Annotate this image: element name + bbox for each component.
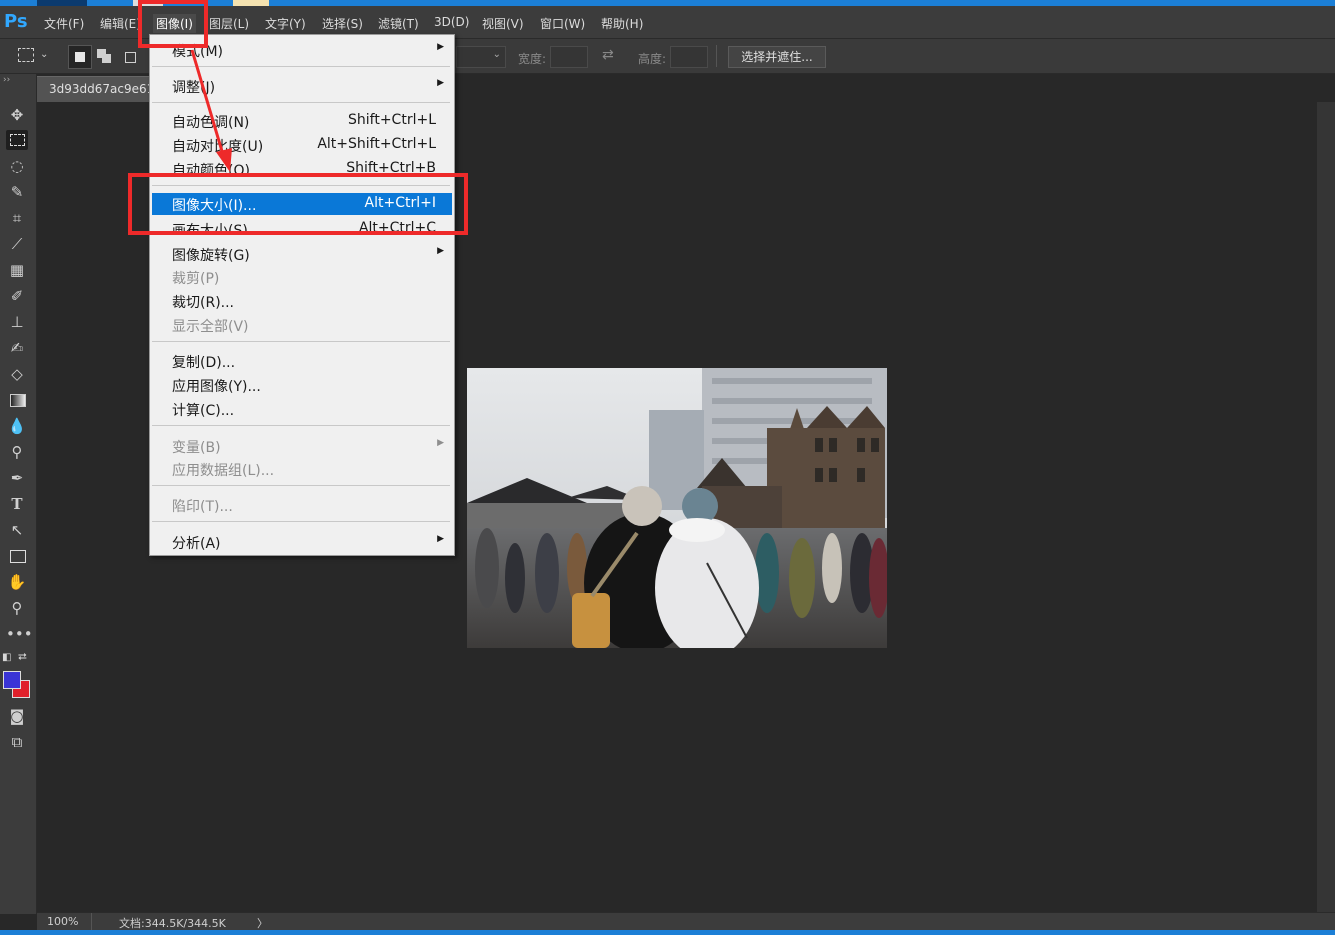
- menu-item-duplicate[interactable]: 复制(D)...: [150, 350, 454, 372]
- chevron-down-icon[interactable]: ⌄: [40, 49, 48, 60]
- submenu-arrow-icon: ▶: [437, 438, 444, 448]
- photo-street-scene: [467, 368, 887, 648]
- menu-item-analysis[interactable]: 分析(A) ▶: [150, 531, 454, 553]
- eyedropper-tool-icon[interactable]: ⟋: [6, 234, 28, 254]
- zoom-level[interactable]: 100%: [47, 915, 78, 928]
- divider: [716, 45, 717, 67]
- menu-separator: [152, 521, 450, 522]
- menu-separator: [152, 341, 450, 342]
- path-select-tool-icon[interactable]: ↖: [6, 520, 28, 540]
- annotation-arrow: [190, 49, 232, 172]
- submenu-arrow-icon: ▶: [437, 246, 444, 256]
- height-input[interactable]: [670, 46, 708, 68]
- menu-item-variables: 变量(B) ▶: [172, 438, 444, 456]
- add-selection-icon[interactable]: [96, 48, 112, 64]
- menu-3d[interactable]: 3D(D): [434, 15, 469, 29]
- menu-layer[interactable]: 图层(L): [209, 15, 249, 32]
- new-selection-button[interactable]: [68, 45, 92, 69]
- brush-tool-icon[interactable]: ✐: [6, 286, 28, 306]
- menu-item-trap: 陷印(T)...: [172, 499, 233, 515]
- document-tab[interactable]: 3d93dd67ac9e615: [37, 76, 162, 102]
- menu-item-calculations[interactable]: 计算(C)...: [150, 398, 454, 420]
- menu-item-trim[interactable]: 裁切(R)...: [150, 290, 454, 312]
- select-and-mask-button[interactable]: 选择并遮住...: [728, 46, 826, 68]
- menu-separator: [152, 425, 450, 426]
- menu-edit[interactable]: 编辑(E): [100, 15, 141, 32]
- eraser-tool-icon[interactable]: ◇: [6, 364, 28, 384]
- type-tool-icon[interactable]: T: [6, 494, 28, 514]
- photoshop-logo: Ps: [4, 11, 28, 32]
- width-input[interactable]: [550, 46, 588, 68]
- menu-type[interactable]: 文字(Y): [265, 15, 306, 32]
- zoom-tool-icon[interactable]: ⚲: [6, 598, 28, 618]
- menu-item-image-rotation[interactable]: 图像旋转(G) ▶: [150, 243, 454, 265]
- style-select[interactable]: ⌄: [456, 46, 506, 68]
- status-menu-arrow-icon[interactable]: 〉: [257, 915, 268, 931]
- foreground-color-swatch[interactable]: [3, 671, 21, 689]
- subtract-selection-icon[interactable]: [124, 48, 138, 64]
- status-bar: 100% 文档:344.5K/344.5K 〉: [37, 912, 1335, 931]
- menu-item-reveal-all: 显示全部(V): [172, 319, 249, 335]
- menu-view[interactable]: 视图(V): [482, 15, 524, 32]
- menu-help[interactable]: 帮助(H): [601, 15, 643, 32]
- vertical-scrollbar[interactable]: [1317, 102, 1335, 912]
- menu-item-apply-image[interactable]: 应用图像(Y)...: [150, 374, 454, 396]
- submenu-arrow-icon: ▶: [437, 42, 444, 52]
- menu-file[interactable]: 文件(F): [44, 15, 84, 32]
- pen-tool-icon[interactable]: ✒: [6, 468, 28, 488]
- rectangle-tool-icon[interactable]: [6, 546, 28, 566]
- divider: [91, 913, 92, 931]
- toolbox: ›› ✥ ◌ ✎ ⌗ ⟋ ▦ ✐ ⊥ ✍ ◇ 💧 ⚲ ✒ T ↖ ✋ ⚲ •••…: [0, 74, 37, 914]
- width-label: 宽度:: [518, 52, 547, 66]
- more-tools-icon[interactable]: •••: [6, 624, 33, 644]
- stamp-tool-icon[interactable]: ⊥: [6, 312, 28, 332]
- submenu-arrow-icon: ▶: [437, 78, 444, 88]
- swap-icon[interactable]: ⇄: [602, 47, 614, 63]
- marquee-tool-icon[interactable]: [6, 130, 28, 150]
- chevron-down-icon: ⌄: [492, 49, 501, 60]
- taskbar-strip-bottom: [0, 930, 1335, 935]
- menu-separator: [152, 485, 450, 486]
- default-colors-icon[interactable]: ◧: [2, 652, 11, 663]
- marquee-preset-icon[interactable]: [18, 48, 34, 62]
- submenu-arrow-icon: ▶: [437, 534, 444, 544]
- dodge-tool-icon[interactable]: ⚲: [6, 442, 28, 462]
- history-brush-tool-icon[interactable]: ✍: [6, 338, 28, 358]
- quick-mask-icon[interactable]: ◙: [6, 706, 28, 726]
- screen-mode-icon[interactable]: ⧉: [6, 732, 28, 752]
- annotation-box-image-size: [128, 173, 468, 235]
- menu-filter[interactable]: 滤镜(T): [378, 15, 419, 32]
- move-tool-icon[interactable]: ✥: [6, 105, 28, 125]
- menu-select[interactable]: 选择(S): [322, 15, 363, 32]
- menu-item-apply-data-set: 应用数据组(L)...: [172, 463, 275, 479]
- crop-tool-icon[interactable]: ⌗: [6, 208, 28, 228]
- blur-tool-icon[interactable]: 💧: [6, 416, 28, 436]
- gradient-tool-icon[interactable]: [6, 390, 28, 410]
- collapse-icon[interactable]: ››: [3, 75, 10, 85]
- menu-item-crop: 裁剪(P): [172, 271, 220, 287]
- healing-brush-tool-icon[interactable]: ▦: [6, 260, 28, 280]
- height-label: 高度:: [638, 52, 667, 66]
- quick-select-tool-icon[interactable]: ✎: [6, 182, 28, 202]
- document-image[interactable]: [467, 368, 887, 648]
- lasso-tool-icon[interactable]: ◌: [6, 156, 28, 176]
- document-tab-title: 3d93dd67ac9e615: [49, 82, 162, 96]
- document-info: 文档:344.5K/344.5K: [119, 917, 226, 930]
- hand-tool-icon[interactable]: ✋: [6, 572, 28, 592]
- swap-colors-icon[interactable]: ⮂: [18, 650, 27, 664]
- menu-window[interactable]: 窗口(W): [540, 15, 585, 32]
